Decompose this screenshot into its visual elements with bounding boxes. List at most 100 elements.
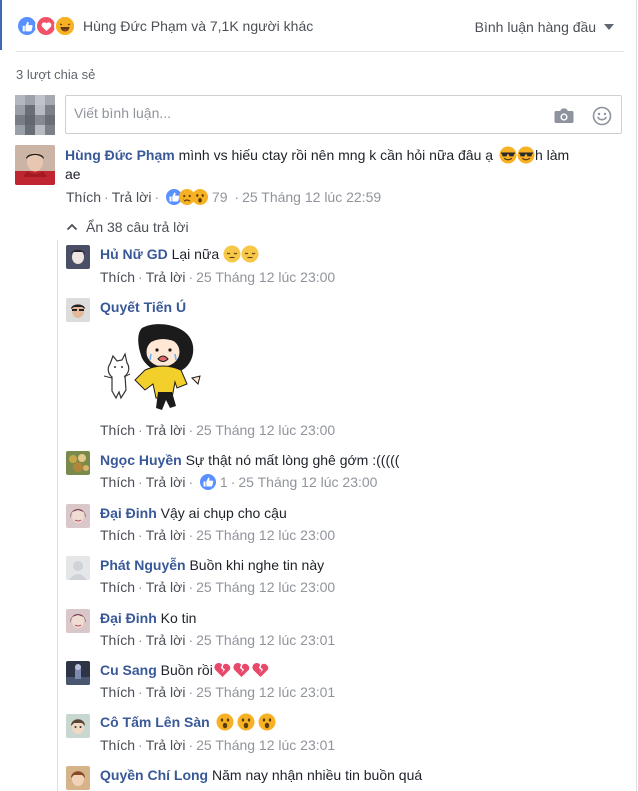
reply-author[interactable]: Quyền Chí Long	[100, 767, 208, 783]
avatar[interactable]	[66, 298, 90, 322]
reply-button[interactable]: Trả lời	[146, 579, 186, 595]
sunglasses-emoji-icon	[517, 146, 535, 164]
reply-timestamp[interactable]: 25 Tháng 12 lúc 23:01	[196, 632, 335, 648]
avatar[interactable]	[66, 245, 90, 269]
reply-button[interactable]: Trả lời	[146, 737, 186, 753]
reaction-summary[interactable]: Hùng Đức Phạm và 7,1K người khác	[16, 14, 313, 38]
comment-composer[interactable]	[65, 95, 622, 134]
reply-actions: Thích · Trả lời · 25 Tháng 12 lúc 23:01	[100, 684, 336, 700]
reply-author[interactable]: Quyết Tiến Ú	[100, 299, 186, 315]
reply-button[interactable]: Trả lời	[146, 684, 186, 700]
sunglasses-emoji-icon	[499, 146, 517, 164]
comment-text: mình vs hiếu ctay rồi nên mng k cần hỏi …	[178, 147, 494, 163]
reply-timestamp[interactable]: 25 Tháng 12 lúc 23:00	[196, 422, 335, 438]
chevron-up-icon	[66, 223, 78, 231]
comment-reactions[interactable]: 79	[166, 189, 231, 205]
reply-author[interactable]: Đại Đinh	[100, 610, 157, 626]
reply-reactions[interactable]: 1	[200, 474, 228, 490]
avatar[interactable]	[15, 145, 55, 185]
like-button[interactable]: Thích	[100, 632, 135, 648]
reply-actions: Thích · Trả lời · 25 Tháng 12 lúc 23:00	[100, 269, 336, 285]
reply-timestamp[interactable]: 25 Tháng 12 lúc 23:01	[196, 737, 335, 753]
broken-heart-icon	[252, 663, 268, 677]
broken-heart-icon	[233, 663, 249, 677]
reply-text: Sự thật nó mất lòng ghê gớm :(((((	[185, 452, 400, 468]
reply-author[interactable]: Cu Sang	[100, 662, 157, 678]
crying-girl-cat-sticker[interactable]	[100, 322, 202, 414]
like-button[interactable]: Thích	[100, 474, 135, 490]
avatar[interactable]	[66, 766, 90, 790]
emoji-smile-icon[interactable]	[592, 106, 612, 131]
reply-button[interactable]: Trả lời	[146, 527, 186, 543]
thread-line	[57, 240, 58, 791]
reply-text: Lại nữa	[171, 246, 220, 262]
hide-replies-label: Ẩn 38 câu trả lời	[86, 219, 189, 235]
relieved-emoji-icon	[241, 245, 259, 263]
reply-actions: Thích · Trả lời · 25 Tháng 12 lúc 23:00	[100, 422, 336, 438]
reaction-summary-text: Hùng Đức Phạm và 7,1K người khác	[83, 18, 314, 34]
reply-actions: Thích · Trả lời · 1 · 25 Tháng 12 lúc 23:00	[100, 474, 378, 490]
avatar[interactable]	[66, 661, 90, 685]
reply-button[interactable]: Trả lời	[112, 189, 152, 205]
sort-comments-dropdown[interactable]: Bình luận hàng đầu	[475, 19, 614, 35]
reply-actions: Thích · Trả lời · 25 Tháng 12 lúc 23:01	[100, 632, 336, 648]
comment-actions: Thích · Trả lời · 79 · 25 Tháng 12 lúc 22:59	[66, 189, 382, 205]
camera-icon[interactable]	[554, 108, 574, 129]
comment-body: Hùng Đức Phạm mình vs hiếu ctay rồi nên …	[65, 146, 615, 184]
reply-timestamp[interactable]: 25 Tháng 12 lúc 23:00	[238, 474, 377, 490]
like-button[interactable]: Thích	[100, 269, 135, 285]
caret-down-icon	[604, 24, 614, 30]
reply-body: Ngọc Huyền Sự thật nó mất lòng ghê gớm :…	[100, 451, 399, 470]
reply-body: Quyết Tiến Ú	[100, 298, 186, 317]
avatar[interactable]	[66, 504, 90, 528]
like-button[interactable]: Thích	[100, 737, 135, 753]
comment-input[interactable]	[74, 105, 514, 121]
reply-author[interactable]: Phát Nguyễn	[100, 557, 186, 573]
like-button[interactable]: Thích	[100, 579, 135, 595]
avatar[interactable]	[66, 556, 90, 580]
reply-text: Buồn khi nghe tin này	[189, 557, 325, 573]
avatar[interactable]	[66, 714, 90, 738]
reaction-count: 79	[211, 189, 228, 205]
reaction-count: 1	[219, 474, 228, 490]
shares-count[interactable]: 3 lượt chia sẻ	[16, 67, 95, 82]
reply-body: Cô Tấm Lên Sàn	[100, 713, 276, 732]
reply-body: Cu Sang Buồn rồi	[100, 661, 270, 680]
reply-author[interactable]: Cô Tấm Lên Sàn	[100, 714, 210, 730]
reply-button[interactable]: Trả lời	[146, 269, 186, 285]
like-icon	[200, 474, 217, 490]
post-accent-bar	[0, 0, 2, 50]
reply-timestamp[interactable]: 25 Tháng 12 lúc 23:01	[196, 684, 335, 700]
reply-timestamp[interactable]: 25 Tháng 12 lúc 23:00	[196, 527, 335, 543]
comment-timestamp[interactable]: 25 Tháng 12 lúc 22:59	[242, 189, 381, 205]
reply-button[interactable]: Trả lời	[146, 632, 186, 648]
reply-button[interactable]: Trả lời	[146, 474, 186, 490]
comment-author[interactable]: Hùng Đức Phạm	[65, 147, 175, 163]
divider	[16, 51, 624, 52]
broken-heart-icon	[214, 663, 230, 677]
reply-author[interactable]: Hủ Nữ GD	[100, 246, 168, 262]
reply-body: Hủ Nữ GD Lại nữa	[100, 245, 259, 264]
reply-text: Ko tin	[160, 610, 197, 626]
reply-button[interactable]: Trả lời	[146, 422, 186, 438]
reply-body: Đại Đinh Vậy ai chụp cho cậu	[100, 504, 287, 523]
wow-emoji-icon	[192, 189, 209, 205]
reply-actions: Thích · Trả lời · 25 Tháng 12 lúc 23:01	[100, 737, 336, 753]
like-button[interactable]: Thích	[66, 189, 101, 205]
reply-author[interactable]: Đại Đinh	[100, 505, 157, 521]
avatar[interactable]	[66, 451, 90, 475]
wow-emoji-icon	[216, 713, 234, 731]
reply-author[interactable]: Ngọc Huyền	[100, 452, 182, 468]
reply-timestamp[interactable]: 25 Tháng 12 lúc 23:00	[196, 579, 335, 595]
like-button[interactable]: Thích	[100, 527, 135, 543]
hide-replies-button[interactable]: Ẩn 38 câu trả lời	[66, 219, 189, 235]
reply-timestamp[interactable]: 25 Tháng 12 lúc 23:00	[196, 269, 335, 285]
reply-text: Buồn rồi	[160, 662, 213, 678]
current-user-avatar[interactable]	[15, 95, 55, 135]
like-button[interactable]: Thích	[100, 684, 135, 700]
wow-emoji-icon	[258, 713, 276, 731]
like-button[interactable]: Thích	[100, 422, 135, 438]
avatar[interactable]	[66, 609, 90, 633]
reply-body: Phát Nguyễn Buồn khi nghe tin này	[100, 556, 324, 575]
comment-text-wrap: ae	[65, 166, 81, 182]
